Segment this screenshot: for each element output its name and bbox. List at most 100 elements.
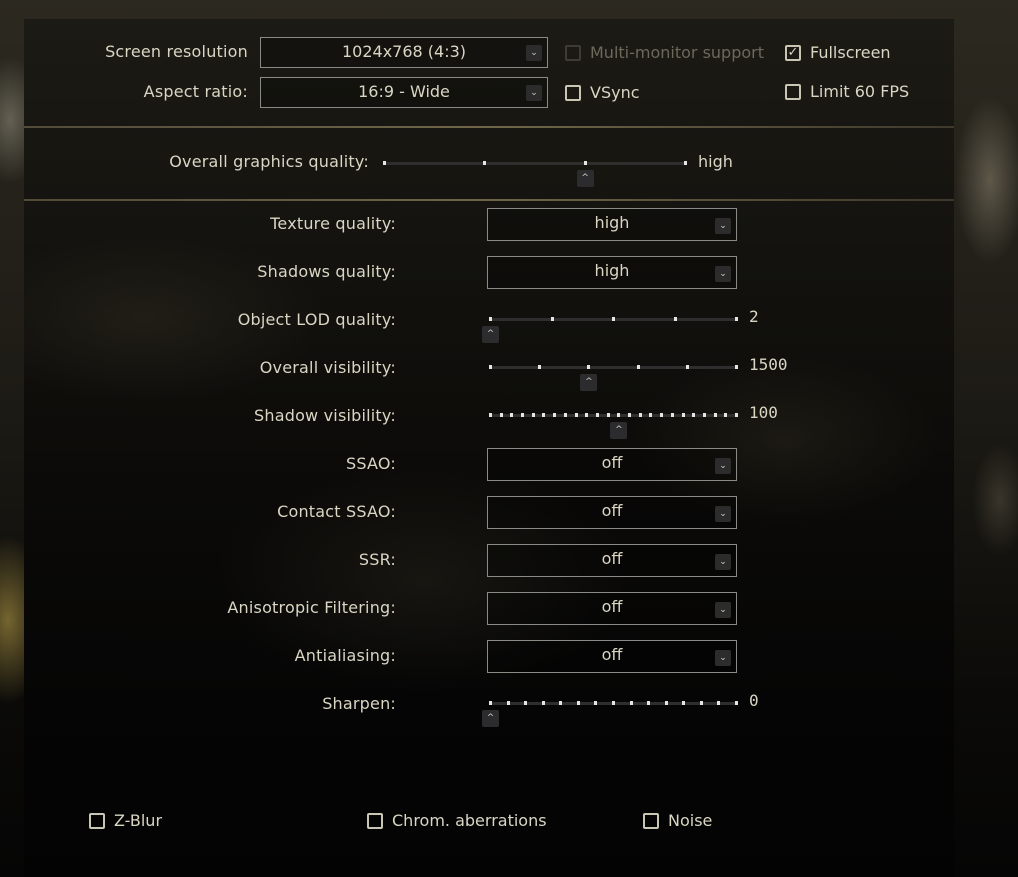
slider-tick xyxy=(499,413,503,417)
ssr-dropdown[interactable]: off ⌄ xyxy=(487,544,737,577)
anisotropic-label: Anisotropic Filtering: xyxy=(227,598,396,617)
ssao-dropdown[interactable]: off ⌄ xyxy=(487,448,737,481)
chevron-down-icon[interactable]: ⌄ xyxy=(715,554,731,570)
chevron-down-icon[interactable]: ⌄ xyxy=(715,506,731,522)
fullscreen-checkbox[interactable]: ✓ Fullscreen xyxy=(785,43,891,62)
texture-quality-label: Texture quality: xyxy=(270,214,396,233)
aspect-ratio-dropdown[interactable]: 16:9 - Wide ⌄ xyxy=(260,77,548,108)
slider-tick xyxy=(670,413,674,417)
limit-fps-checkbox[interactable]: Limit 60 FPS xyxy=(785,82,909,101)
slider-tick xyxy=(489,365,492,369)
ssr-value: off xyxy=(601,549,623,568)
aspect-ratio-value: 16:9 - Wide xyxy=(358,82,450,101)
contact-ssao-dropdown[interactable]: off ⌄ xyxy=(487,496,737,529)
zblur-label: Z-Blur xyxy=(114,811,163,830)
slider-tick xyxy=(628,413,632,417)
chevron-down-icon[interactable]: ⌄ xyxy=(526,45,542,61)
slider-tick xyxy=(681,413,685,417)
overall-visibility-label: Overall visibility: xyxy=(259,358,396,377)
slider-tick xyxy=(594,701,598,705)
slider-tick xyxy=(576,701,580,705)
slider-tick xyxy=(699,701,703,705)
checkbox-box xyxy=(565,84,581,101)
chevron-down-icon[interactable]: ⌄ xyxy=(715,266,731,282)
anisotropic-value: off xyxy=(601,597,623,616)
sharpen-value: 0 xyxy=(749,691,759,710)
anisotropic-dropdown[interactable]: off ⌄ xyxy=(487,592,737,625)
slider-tick xyxy=(559,701,563,705)
object-lod-label: Object LOD quality: xyxy=(237,310,396,329)
slider-thumb-chevron-up-icon[interactable]: ^ xyxy=(576,170,594,187)
sharpen-slider[interactable]: ^ xyxy=(482,700,738,727)
slider-tick xyxy=(542,413,546,417)
overall-visibility-slider[interactable]: ^ xyxy=(489,364,738,391)
divider xyxy=(24,199,954,201)
ssao-label: SSAO: xyxy=(346,454,396,473)
slider-tick xyxy=(506,701,510,705)
sharpen-label: Sharpen: xyxy=(322,694,396,713)
slider-tick xyxy=(595,413,599,417)
slider-tick xyxy=(660,413,664,417)
slider-tick xyxy=(702,413,706,417)
overall-quality-label: Overall graphics quality: xyxy=(169,152,369,171)
slider-tick xyxy=(638,413,642,417)
object-lod-slider[interactable]: ^ xyxy=(482,316,738,343)
slider-thumb-chevron-up-icon[interactable]: ^ xyxy=(580,374,598,391)
slider-thumb-chevron-up-icon[interactable]: ^ xyxy=(610,422,628,439)
antialiasing-value: off xyxy=(601,645,623,664)
fullscreen-label: Fullscreen xyxy=(810,43,891,62)
chrom-aberrations-checkbox[interactable]: Chrom. aberrations xyxy=(367,811,547,830)
shadows-quality-label: Shadows quality: xyxy=(257,262,396,281)
chevron-down-icon[interactable]: ⌄ xyxy=(715,218,731,234)
texture-quality-dropdown[interactable]: high ⌄ xyxy=(487,208,737,241)
slider-track[interactable] xyxy=(490,414,736,417)
slider-tick xyxy=(685,365,689,369)
shadow-visibility-value: 100 xyxy=(749,403,778,422)
chevron-down-icon[interactable]: ⌄ xyxy=(526,85,542,101)
zblur-checkbox[interactable]: Z-Blur xyxy=(89,811,162,830)
slider-thumb-chevron-up-icon[interactable]: ^ xyxy=(482,326,499,343)
shadows-quality-value: high xyxy=(594,261,630,280)
slider-tick xyxy=(553,413,557,417)
chevron-down-icon[interactable]: ⌄ xyxy=(715,650,731,666)
slider-tick xyxy=(735,317,738,321)
overall-visibility-value: 1500 xyxy=(749,355,788,374)
slider-tick xyxy=(684,161,687,165)
slider-tick xyxy=(692,413,696,417)
slider-tick xyxy=(713,413,717,417)
chevron-down-icon[interactable]: ⌄ xyxy=(715,458,731,474)
checkbox-box xyxy=(367,812,383,829)
shadows-quality-dropdown[interactable]: high ⌄ xyxy=(487,256,737,289)
object-lod-value: 2 xyxy=(749,307,759,326)
aspect-ratio-label: Aspect ratio: xyxy=(143,82,248,101)
slider-tick xyxy=(510,413,514,417)
slider-tick xyxy=(583,161,587,165)
slider-track[interactable] xyxy=(384,162,685,165)
slider-thumb-chevron-up-icon[interactable]: ^ xyxy=(482,710,499,727)
checkbox-box xyxy=(89,812,105,829)
antialiasing-dropdown[interactable]: off ⌄ xyxy=(487,640,737,673)
slider-tick xyxy=(717,701,721,705)
slider-tick xyxy=(682,701,686,705)
screen-resolution-value: 1024x768 (4:3) xyxy=(341,42,467,61)
check-icon: ✓ xyxy=(785,44,801,61)
chevron-down-icon[interactable]: ⌄ xyxy=(715,602,731,618)
vsync-checkbox[interactable]: VSync xyxy=(565,83,640,102)
vsync-label: VSync xyxy=(590,83,640,102)
slider-tick xyxy=(735,701,738,705)
checkbox-box xyxy=(643,812,659,829)
slider-tick xyxy=(617,413,621,417)
overall-quality-slider[interactable]: ^ xyxy=(383,160,687,187)
slider-tick xyxy=(574,413,578,417)
checkbox-box xyxy=(785,83,801,100)
slider-tick xyxy=(606,413,610,417)
slider-tick xyxy=(587,365,591,369)
screen-resolution-dropdown[interactable]: 1024x768 (4:3) ⌄ xyxy=(260,37,548,68)
contact-ssao-value: off xyxy=(601,501,623,520)
shadow-visibility-slider[interactable]: ^ xyxy=(489,412,738,439)
slider-track[interactable] xyxy=(490,366,736,369)
noise-checkbox[interactable]: Noise xyxy=(643,811,712,830)
slider-tick xyxy=(735,413,738,417)
multi-monitor-checkbox: Multi-monitor support xyxy=(565,43,764,62)
slider-tick xyxy=(489,701,492,705)
